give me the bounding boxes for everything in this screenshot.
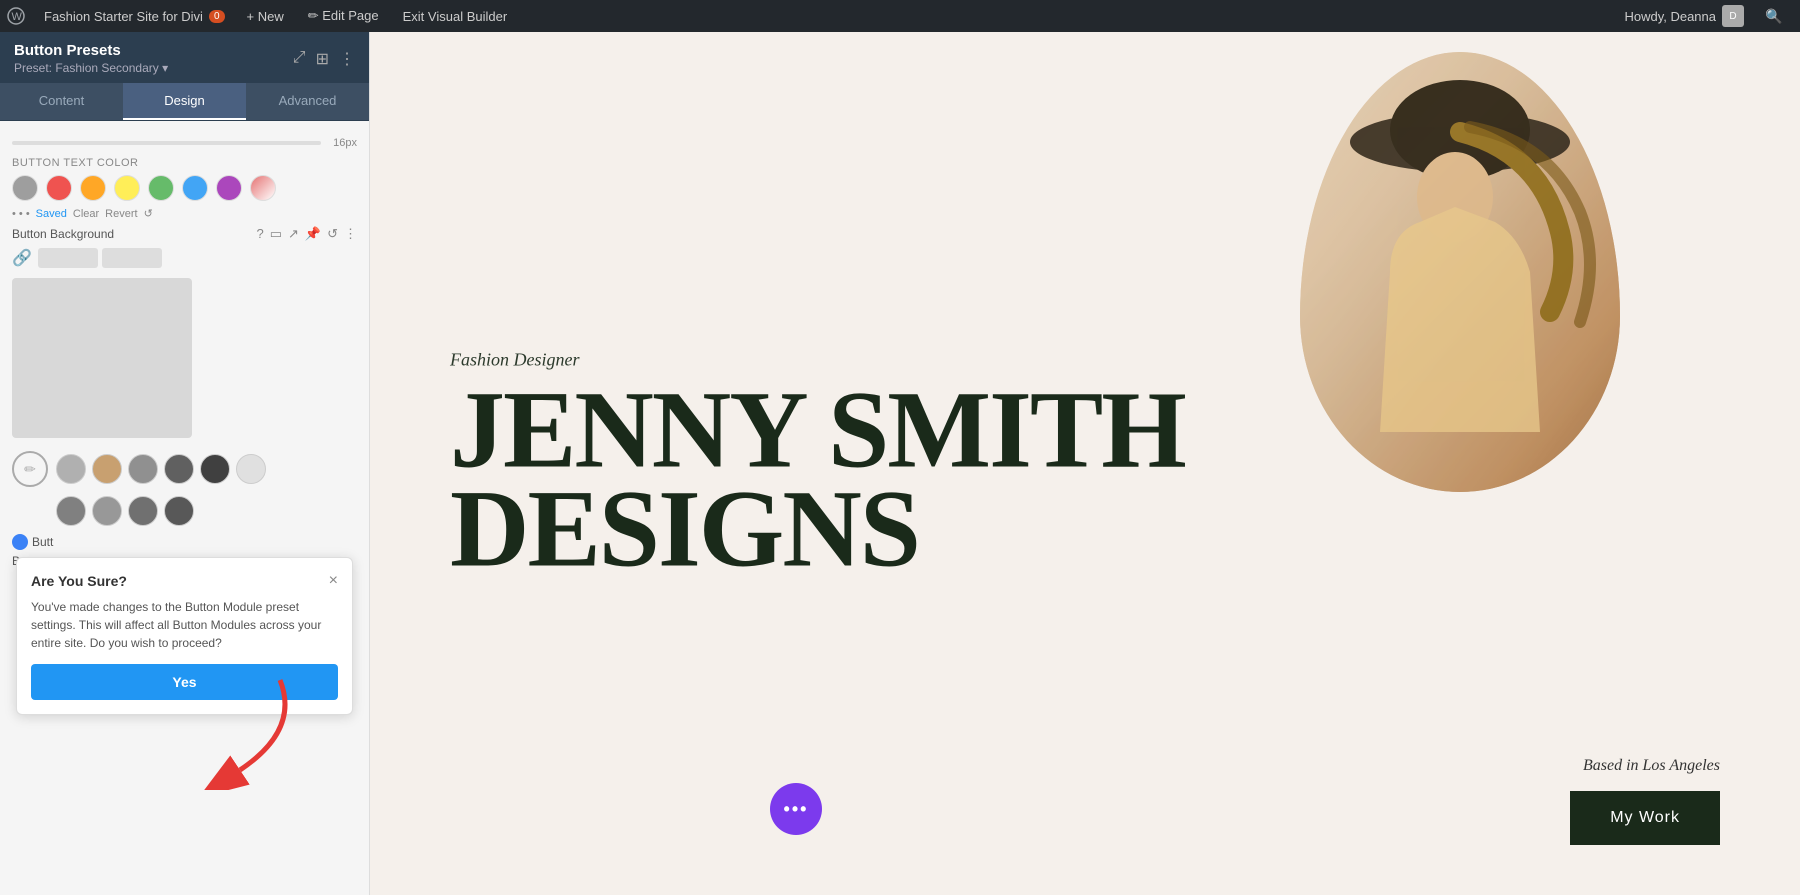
action-row: • • • Saved Clear Revert ↺ <box>12 207 357 220</box>
more-icon[interactable]: ⋮ <box>344 226 357 242</box>
butt-partial-row1: Butt <box>12 534 357 550</box>
edit-page-button[interactable]: ✏ Edit Page <box>298 0 389 32</box>
second-circles-row <box>56 496 357 526</box>
pin-icon[interactable]: 📌 <box>305 226 321 242</box>
preset-selector[interactable]: Preset: Fashion Secondary ▾ <box>14 61 168 75</box>
search-icon[interactable]: 🔍 <box>1758 0 1790 32</box>
color-preview-box <box>12 278 192 438</box>
arrow-icon[interactable]: ↗ <box>288 226 299 242</box>
grid-icon[interactable]: ⊞ <box>316 49 329 69</box>
swatch-gray[interactable] <box>12 175 38 201</box>
bg-row-icons: ? ▭ ↗ 📌 ↺ ⋮ <box>256 226 357 242</box>
clear-label[interactable]: Clear <box>73 208 99 220</box>
link-off-icon[interactable]: 🔗 <box>12 248 32 268</box>
confirm-yes-button[interactable]: Yes <box>31 664 338 700</box>
svg-text:W: W <box>12 11 23 23</box>
circle-mid1[interactable] <box>56 496 86 526</box>
admin-bar-items: + New ✏ Edit Page Exit Visual Builder <box>237 0 518 32</box>
comment-count[interactable]: 0 <box>209 10 225 23</box>
dialog-header: Are You Sure? × <box>31 572 338 590</box>
button-background-row: Button Background ? ▭ ↗ 📌 ↺ ⋮ <box>12 226 357 242</box>
mobile-icon[interactable]: ▭ <box>270 226 282 242</box>
circle-mid4[interactable] <box>164 496 194 526</box>
swatch-red[interactable] <box>46 175 72 201</box>
main-content: Fashion Designer JENNY SMITH DESIGNS Bas… <box>370 32 1800 895</box>
hero-name-line2: DESIGNS <box>450 479 1185 578</box>
circle-dark-gray[interactable] <box>164 454 194 484</box>
swatch-blue[interactable] <box>182 175 208 201</box>
hero-name: JENNY SMITH DESIGNS <box>450 380 1185 578</box>
close-dialog-icon[interactable]: × <box>329 572 338 590</box>
exit-visual-builder-button[interactable]: Exit Visual Builder <box>393 0 518 32</box>
confirm-dialog: Are You Sure? × You've made changes to t… <box>16 557 353 715</box>
pencil-circles-row: ✏ <box>12 448 357 490</box>
hero-text: Fashion Designer JENNY SMITH DESIGNS <box>450 349 1185 578</box>
circle-tan[interactable] <box>92 454 122 484</box>
dialog-body: You've made changes to the Button Module… <box>31 598 338 652</box>
left-panel: Button Presets Preset: Fashion Secondary… <box>0 32 370 895</box>
panel-content: 16px Button Text Color • • • Saved Clear… <box>0 121 369 895</box>
question-icon[interactable]: ? <box>256 226 263 242</box>
link-icons-row: 🔗 <box>12 248 357 268</box>
swatch-yellow[interactable] <box>114 175 140 201</box>
panel-header-icons: ⤢ ⊞ ⋮ <box>293 49 355 69</box>
new-content-button[interactable]: + New <box>237 0 294 32</box>
purple-dots-button[interactable]: ••• <box>770 783 822 835</box>
swatch-orange[interactable] <box>80 175 106 201</box>
fashion-designer-label: Fashion Designer <box>450 349 1185 370</box>
blue-dot <box>12 534 28 550</box>
pencil-icon[interactable]: ✏ <box>12 451 48 487</box>
circle-gray1[interactable] <box>56 454 86 484</box>
more-dots[interactable]: • • • <box>12 208 30 220</box>
reset-icon[interactable]: ↺ <box>144 207 153 220</box>
panel-header: Button Presets Preset: Fashion Secondary… <box>0 32 369 83</box>
tab-content[interactable]: Content <box>0 83 123 120</box>
admin-bar-right: Howdy, Deanna D 🔍 <box>1614 0 1800 32</box>
range-slider[interactable] <box>12 141 321 145</box>
button-text-color-label: Button Text Color <box>12 157 357 169</box>
swatch-pink[interactable] <box>250 175 276 201</box>
site-name[interactable]: Fashion Starter Site for Divi 0 <box>32 9 237 24</box>
tab-design[interactable]: Design <box>123 83 246 120</box>
revert-label[interactable]: Revert <box>105 208 137 220</box>
circle-darker-gray[interactable] <box>200 454 230 484</box>
my-work-button[interactable]: My Work <box>1570 791 1720 845</box>
text-color-swatches <box>12 175 357 201</box>
dialog-title: Are You Sure? <box>31 573 127 589</box>
gradient-circles <box>56 454 266 484</box>
hero-portrait <box>1300 52 1620 492</box>
button-background-label: Button Background <box>12 227 248 241</box>
hero-name-line1: JENNY SMITH <box>450 380 1185 479</box>
based-in-text: Based in Los Angeles <box>1583 757 1720 775</box>
circle-light-gray[interactable] <box>236 454 266 484</box>
tab-advanced[interactable]: Advanced <box>246 83 369 120</box>
panel-tabs: Content Design Advanced <box>0 83 369 121</box>
ellipsis-icon[interactable]: ⋮ <box>339 49 355 69</box>
circle-gray2[interactable] <box>128 454 158 484</box>
saved-label[interactable]: Saved <box>36 208 67 220</box>
wp-admin-bar: W Fashion Starter Site for Divi 0 + New … <box>0 0 1800 32</box>
swatch-purple[interactable] <box>216 175 242 201</box>
avatar: D <box>1722 5 1744 27</box>
howdy-text[interactable]: Howdy, Deanna D <box>1614 5 1754 27</box>
swatch-green[interactable] <box>148 175 174 201</box>
circle-mid3[interactable] <box>128 496 158 526</box>
butt-label1: Butt <box>32 535 53 549</box>
top-range-control: 16px <box>12 137 357 149</box>
undo-icon[interactable]: ↺ <box>327 226 338 242</box>
panel-title: Button Presets <box>14 42 168 59</box>
circle-mid2[interactable] <box>92 496 122 526</box>
maximize-icon[interactable]: ⤢ <box>293 49 306 69</box>
wp-logo-icon[interactable]: W <box>0 0 32 32</box>
